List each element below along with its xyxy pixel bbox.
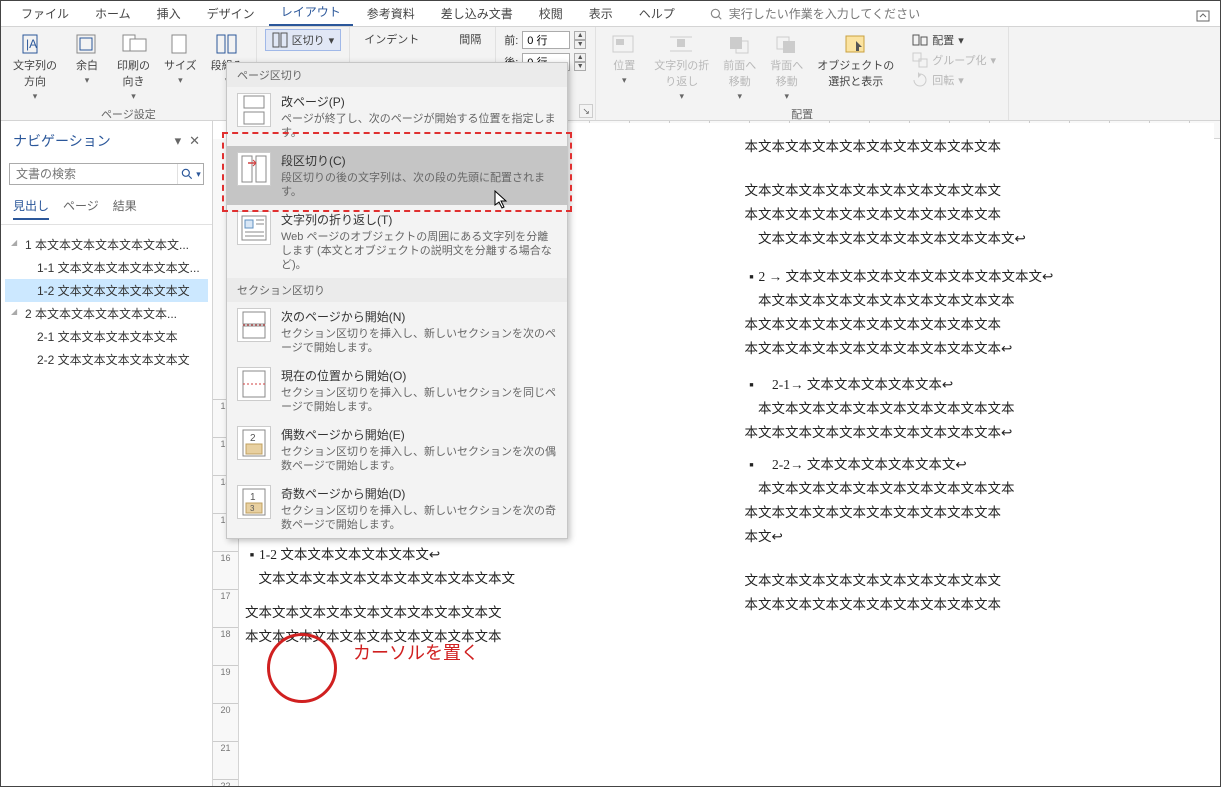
- nav-tree-item[interactable]: 1-2 文本文本文本文本文本文: [5, 279, 208, 302]
- svg-text:1: 1: [250, 492, 256, 503]
- odd-page-icon: 13: [237, 485, 271, 519]
- svg-text:|A: |A: [26, 37, 37, 51]
- svg-text:3: 3: [250, 504, 255, 513]
- text-wrap-break-icon: [237, 211, 271, 245]
- size-icon: [166, 33, 194, 55]
- dd-item-column-break[interactable]: 段区切り(C)段区切りの後の文字列は、次の段の先頭に配置されます。: [227, 146, 567, 205]
- size-button[interactable]: サイズ▾: [160, 31, 201, 88]
- dd-item-text-wrapping[interactable]: 文字列の折り返し(T)Web ページのオブジェクトの周囲にある文字列を分離します…: [227, 205, 567, 278]
- spacing-label: 間隔: [459, 31, 481, 47]
- nav-tab-pages[interactable]: ページ: [63, 197, 99, 220]
- wrap-text-button[interactable]: 文字列の折 り返し▾: [650, 31, 713, 104]
- columns-icon: [213, 33, 241, 55]
- tab-mailings[interactable]: 差し込み文書: [429, 1, 525, 26]
- send-back-button[interactable]: 背面へ 移動▾: [766, 31, 807, 104]
- lightbulb-icon: [709, 7, 723, 21]
- group-arrange: 位置▾ 文字列の折 り返し▾ 前面へ 移動▾ 背面へ 移動▾ オブジェクトの 選…: [596, 27, 1009, 120]
- tab-home[interactable]: ホーム: [83, 1, 143, 26]
- rotate-button[interactable]: 回転▾: [908, 71, 1000, 89]
- paragraph-dialog-launcher[interactable]: ↘: [579, 104, 593, 118]
- before-label: 前:: [504, 32, 518, 48]
- selection-pane-button[interactable]: オブジェクトの 選択と表示: [813, 31, 898, 91]
- group-icon: [912, 52, 928, 68]
- nav-tree-item[interactable]: 2-2 文本文本文本文本文本文: [5, 348, 208, 371]
- nav-tree-item[interactable]: 1-1 文本文本文本文本文本文...: [5, 256, 208, 279]
- nav-headings-tree: 1 本文本文本文本文本文本文...1-1 文本文本文本文本文本文...1-2 文…: [1, 225, 212, 786]
- breaks-dropdown-menu: ページ区切り 改ページ(P)ページが終了し、次のページが開始する位置を指定します…: [226, 62, 568, 539]
- tab-help[interactable]: ヘルプ: [627, 1, 687, 26]
- main-area: ナビゲーション ▾ ✕ ▾ 見出し ページ 結果 1 本文本文本文本文本文本文.…: [1, 121, 1220, 786]
- bring-forward-button[interactable]: 前面へ 移動▾: [719, 31, 760, 104]
- dd-item-even-page[interactable]: 2 偶数ページから開始(E)セクション区切りを挿入し、新しいセクションを次の偶数…: [227, 420, 567, 479]
- orientation-icon: [120, 33, 148, 55]
- tell-me-search[interactable]: 実行したい作業を入力してください: [701, 1, 928, 26]
- group-button[interactable]: グループ化▾: [908, 51, 1000, 69]
- ribbon-tabs: ファイル ホーム 挿入 デザイン レイアウト 参考資料 差し込み文書 校閲 表示…: [1, 1, 1220, 27]
- text-direction-icon: |A: [21, 33, 49, 55]
- position-button[interactable]: 位置▾: [604, 31, 644, 88]
- tab-design[interactable]: デザイン: [195, 1, 267, 26]
- svg-text:2: 2: [250, 433, 256, 444]
- even-page-icon: 2: [237, 426, 271, 460]
- after-spinner-buttons[interactable]: ▲▼: [574, 53, 586, 71]
- before-spacing-spinner[interactable]: 前: ▲▼: [504, 31, 587, 49]
- tab-references[interactable]: 参考資料: [355, 1, 427, 26]
- tab-layout[interactable]: レイアウト: [269, 0, 353, 26]
- wrap-icon: [668, 33, 696, 55]
- orientation-button[interactable]: 印刷の 向き▾: [113, 31, 154, 104]
- before-spacing-input[interactable]: [522, 31, 570, 49]
- dd-item-page-break[interactable]: 改ページ(P)ページが終了し、次のページが開始する位置を指定します。: [227, 87, 567, 146]
- margins-button[interactable]: 余白▾: [67, 31, 107, 88]
- ribbon: |A 文字列の 方向▾ 余白▾ 印刷の 向き▾ サイズ▾ 段組み▾ ページ設定 …: [1, 27, 1220, 121]
- document-column-2: 本文本文本文本文本文本文本文本文本文本 文本文本文本文本文本文本文本文本文本文 …: [745, 135, 1205, 649]
- nav-tab-results[interactable]: 結果: [113, 197, 137, 220]
- indent-label: インデント: [364, 31, 419, 47]
- column-break-icon: [237, 152, 271, 186]
- collapse-ribbon-icon[interactable]: [1186, 6, 1220, 26]
- nav-search-input[interactable]: [10, 164, 177, 184]
- arrange-group-label: 配置: [604, 104, 1000, 122]
- nav-close-icon[interactable]: ✕: [189, 133, 200, 149]
- rotate-icon: [912, 72, 928, 88]
- tell-me-text: 実行したい作業を入力してください: [729, 5, 920, 22]
- nav-tab-headings[interactable]: 見出し: [13, 197, 49, 220]
- dd-item-odd-page[interactable]: 13 奇数ページから開始(D)セクション区切りを挿入し、新しいセクションを次の奇…: [227, 479, 567, 538]
- tab-insert[interactable]: 挿入: [145, 1, 193, 26]
- selection-pane-icon: [842, 33, 870, 55]
- page-break-icon: [237, 93, 271, 127]
- align-icon: [912, 32, 928, 48]
- nav-title: ナビゲーション: [13, 131, 111, 151]
- group-page-setup: |A 文字列の 方向▾ 余白▾ 印刷の 向き▾ サイズ▾ 段組み▾ ページ設定 …: [1, 27, 257, 120]
- margins-icon: [73, 33, 101, 55]
- continuous-icon: [237, 367, 271, 401]
- page-setup-group-label: ページ設定: [9, 104, 248, 122]
- nav-tabs: 見出し ページ 結果: [1, 189, 212, 225]
- nav-search-button[interactable]: ▾: [177, 164, 203, 184]
- tab-view[interactable]: 表示: [577, 1, 625, 26]
- text-direction-button[interactable]: |A 文字列の 方向▾: [9, 31, 61, 104]
- nav-search-box[interactable]: ▾: [9, 163, 204, 185]
- nav-dropdown-icon[interactable]: ▾: [175, 133, 182, 149]
- tab-review[interactable]: 校閲: [527, 1, 575, 26]
- dd-item-next-page[interactable]: 次のページから開始(N)セクション区切りを挿入し、新しいセクションを次のページで…: [227, 302, 567, 361]
- dd-section-page-breaks: ページ区切り: [227, 63, 567, 87]
- breaks-icon: [272, 32, 288, 48]
- bring-forward-icon: [726, 33, 754, 55]
- navigation-pane: ナビゲーション ▾ ✕ ▾ 見出し ページ 結果 1 本文本文本文本文本文本文.…: [1, 121, 213, 786]
- breaks-button[interactable]: 区切り ▾: [265, 29, 342, 51]
- nav-tree-item[interactable]: 2-1 文本文本文本文本文本: [5, 325, 208, 348]
- nav-tree-item[interactable]: 1 本文本文本文本文本文本文...: [5, 233, 208, 256]
- dd-item-continuous[interactable]: 現在の位置から開始(O)セクション区切りを挿入し、新しいセクションを同じページで…: [227, 361, 567, 420]
- nav-tree-item[interactable]: 2 本文本文本文本文本文本...: [5, 302, 208, 325]
- send-back-icon: [773, 33, 801, 55]
- next-page-icon: [237, 308, 271, 342]
- before-spinner-buttons[interactable]: ▲▼: [574, 31, 586, 49]
- align-button[interactable]: 配置▾: [908, 31, 1000, 49]
- tab-file[interactable]: ファイル: [9, 1, 81, 26]
- position-icon: [610, 33, 638, 55]
- dd-section-section-breaks: セクション区切り: [227, 278, 567, 302]
